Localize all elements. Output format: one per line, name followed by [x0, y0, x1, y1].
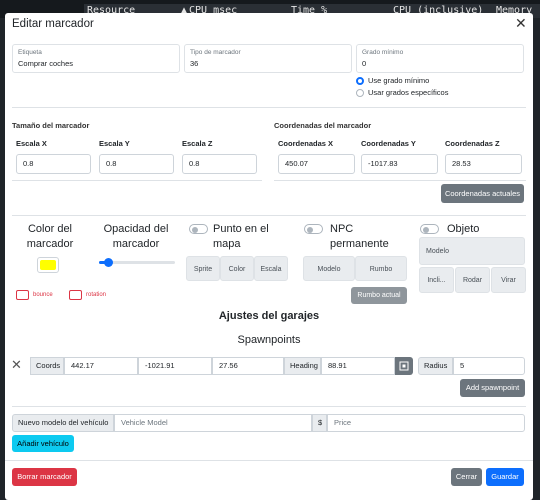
scale-y-label: Escala Y	[99, 139, 130, 148]
map-sprite-button[interactable]: Sprite	[186, 256, 220, 281]
label-field-label: Etiqueta	[18, 49, 42, 56]
spawn-z-input[interactable]: 27.56	[212, 357, 284, 375]
close-button[interactable]: Cerrar	[451, 468, 482, 486]
vehicle-model-label: Nuevo modelo del vehículo	[12, 414, 114, 432]
target-icon	[399, 361, 409, 371]
current-coords-button[interactable]: Coordenadas actuales	[441, 184, 524, 203]
object-pitch-button[interactable]: Incli...	[419, 267, 454, 293]
background-right	[533, 18, 540, 500]
object-label: Objeto	[447, 223, 480, 235]
npc-heading-button[interactable]: Rumbo	[355, 256, 407, 281]
scale-y-input[interactable]: 0.8	[99, 154, 174, 174]
marker-type-value: 36	[190, 59, 199, 68]
coord-y-label: Coordenadas Y	[361, 139, 416, 148]
radius-input[interactable]: 5	[453, 357, 525, 375]
coord-z-input[interactable]: 28.53	[445, 154, 522, 174]
checkbox-box	[69, 290, 82, 300]
color-label: Color del marcador	[26, 223, 74, 250]
scale-x-label: Escala X	[16, 139, 47, 148]
size-section-title: Tamaño del marcador	[12, 121, 90, 130]
npc-toggle[interactable]	[304, 224, 323, 234]
min-grade-value: 0	[362, 59, 367, 68]
spawn-y-input[interactable]: -1021.91	[138, 357, 212, 375]
object-roll-button[interactable]: Rodar	[455, 267, 490, 293]
rotation-label: rotation	[86, 292, 107, 298]
price-input[interactable]: Price	[327, 414, 525, 432]
vehicle-model-input[interactable]: Vehicle Model	[114, 414, 312, 432]
save-button[interactable]: Guardar	[486, 468, 524, 486]
map-color-button[interactable]: Color	[220, 256, 254, 281]
bounce-checkbox[interactable]: bounce	[16, 290, 53, 300]
marker-type-field[interactable]: Tipo de marcador 36	[184, 44, 352, 73]
radio-use-min-grade-label: Use grado mínimo	[368, 76, 430, 85]
scale-z-label: Escala Z	[182, 139, 213, 148]
add-vehicle-button[interactable]: Añadir vehículo	[12, 435, 74, 452]
coords-section-title: Coordenadas del marcador	[274, 121, 372, 130]
scale-x-input[interactable]: 0.8	[16, 154, 91, 174]
object-model-button[interactable]: Modelo	[419, 237, 525, 265]
map-point-label: Punto en el mapa	[213, 223, 269, 250]
bounce-label: bounce	[33, 292, 53, 298]
npc-model-button[interactable]: Modelo	[303, 256, 355, 281]
radio-specific-grades[interactable]: Usar grados específicos	[356, 88, 448, 97]
radio-unselected-icon	[356, 88, 364, 97]
modal-title: Editar marcador	[12, 18, 94, 30]
delete-marker-button[interactable]: Borrar marcador	[12, 468, 77, 486]
garage-title: Ajustes del garajes	[218, 310, 320, 322]
capture-heading-button[interactable]	[395, 357, 413, 375]
divider	[12, 107, 526, 108]
checkbox-box	[16, 290, 29, 300]
map-scale-button[interactable]: Escala	[254, 256, 288, 281]
coords-divider	[274, 180, 526, 181]
npc-label: NPC permanente	[330, 223, 389, 250]
footer-divider	[5, 460, 533, 461]
color-picker[interactable]	[37, 257, 59, 273]
spawn-x-input[interactable]: 442.17	[64, 357, 138, 375]
radio-specific-grades-label: Usar grados específicos	[368, 88, 449, 97]
opacity-label: Opacidad del marcador	[103, 223, 169, 250]
color-swatch	[40, 260, 56, 270]
map-point-toggle[interactable]	[189, 224, 208, 234]
radius-label: Radius	[418, 357, 453, 375]
object-yaw-button[interactable]: Virar	[491, 267, 526, 293]
size-divider	[12, 180, 262, 181]
radio-selected-icon	[356, 76, 364, 85]
coord-z-label: Coordenadas Z	[445, 139, 500, 148]
object-toggle[interactable]	[420, 224, 439, 234]
rotation-checkbox[interactable]: rotation	[69, 290, 106, 300]
coords-label: Coords	[30, 357, 64, 375]
marker-type-label: Tipo de marcador	[190, 49, 241, 56]
add-spawnpoint-button[interactable]: Add spawnpoint	[460, 379, 525, 397]
npc-current-heading-button[interactable]: Rumbo actual	[351, 287, 407, 304]
coord-y-input[interactable]: -1017.83	[361, 154, 438, 174]
divider	[12, 215, 526, 216]
remove-spawnpoint-icon[interactable]: ✕	[11, 357, 22, 373]
coord-x-label: Coordenadas X	[278, 139, 334, 148]
divider	[12, 406, 526, 407]
min-grade-label: Grado mínimo	[362, 49, 404, 56]
label-field[interactable]: Etiqueta Comprar coches	[12, 44, 180, 73]
label-field-value: Comprar coches	[18, 59, 74, 68]
heading-label: Heading	[284, 357, 321, 375]
coord-x-input[interactable]: 450.07	[278, 154, 355, 174]
opacity-slider[interactable]	[99, 258, 175, 267]
opacity-slider-thumb[interactable]	[104, 258, 114, 267]
min-grade-field[interactable]: Grado mínimo 0	[356, 44, 524, 73]
close-icon[interactable]: ✕	[515, 15, 527, 32]
edit-marker-modal: Editar marcador ✕ Etiqueta Comprar coche…	[5, 13, 533, 500]
spawnpoints-title: Spawnpoints	[237, 334, 301, 346]
currency-label: $	[312, 414, 327, 432]
heading-input[interactable]: 88.91	[321, 357, 395, 375]
scale-z-input[interactable]: 0.8	[182, 154, 257, 174]
radio-use-min-grade[interactable]: Use grado mínimo	[356, 76, 429, 85]
